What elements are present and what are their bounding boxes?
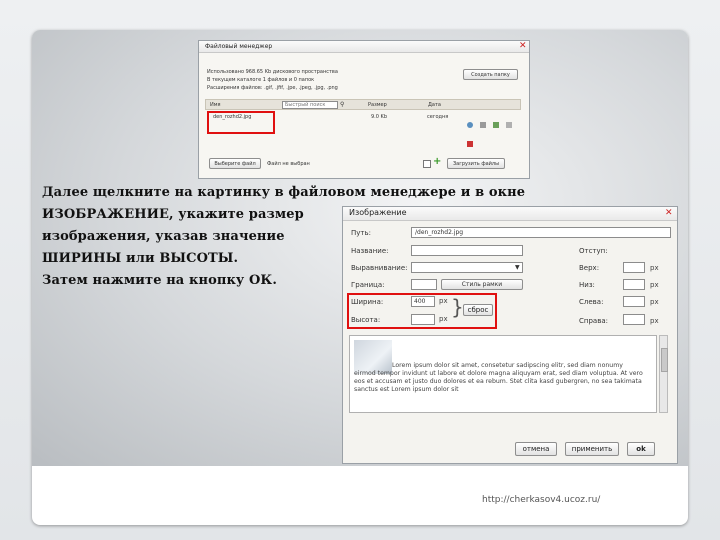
- instruction-line-5: Затем нажмите на кнопку ОК.: [42, 273, 277, 288]
- info-icon[interactable]: [480, 121, 487, 128]
- checkbox-icon[interactable]: [423, 160, 431, 168]
- right-input[interactable]: [623, 314, 645, 325]
- cancel-button[interactable]: отмена: [515, 442, 557, 456]
- rename-icon[interactable]: [493, 121, 500, 128]
- choose-file-button[interactable]: Выберите файл: [209, 158, 261, 169]
- column-name-header[interactable]: Имя: [210, 102, 221, 108]
- copy-icon[interactable]: [506, 121, 513, 128]
- extensions-text: Расширения файлов: .gif, .jfif, .jpe, .j…: [207, 85, 338, 91]
- image-dialog-titlebar: Изображение ✕: [343, 207, 677, 221]
- path-value: /den_rozhd2.jpg: [415, 229, 464, 236]
- path-label: Путь:: [351, 229, 371, 237]
- indent-label: Отступ:: [579, 247, 608, 255]
- instruction-line-1: Далее щелкните на картинку в файловом ме…: [42, 185, 526, 200]
- left-input[interactable]: [623, 296, 645, 307]
- apply-button[interactable]: применить: [565, 442, 619, 456]
- slide: Файловый менеджер ✕ Использовано 968.65 …: [32, 30, 688, 525]
- preview-text: Lorem ipsum dolor sit amet, consetetur s…: [354, 362, 643, 393]
- column-date-header[interactable]: Дата: [428, 102, 441, 108]
- left-label: Слева:: [579, 298, 604, 306]
- align-label: Выравнивание:: [351, 264, 408, 272]
- scroll-thumb[interactable]: [661, 348, 668, 372]
- view-icon[interactable]: [467, 121, 473, 128]
- file-manager-titlebar: Файловый менеджер ✕: [199, 41, 529, 53]
- bottom-label: Низ:: [579, 281, 595, 289]
- file-highlight-frame: [207, 111, 275, 134]
- instruction-line-3: изображения, указав значение: [42, 229, 285, 244]
- name-label: Название:: [351, 247, 389, 255]
- preview-scrollbar[interactable]: [659, 335, 668, 413]
- close-icon[interactable]: ✕: [519, 41, 527, 51]
- bottom-input[interactable]: [623, 279, 645, 290]
- border-label: Граница:: [351, 281, 385, 289]
- top-label: Верх:: [579, 264, 600, 272]
- size-highlight-frame: [347, 293, 497, 329]
- file-table-header: Имя Быстрый поиск ⚲ Размер Дата: [205, 99, 521, 110]
- border-input[interactable]: [411, 279, 437, 290]
- chevron-down-icon: ▼: [515, 264, 520, 271]
- preview-panel: Lorem ipsum dolor sit amet, consetetur s…: [349, 335, 657, 413]
- instruction-line-4: ШИРИНЫ или ВЫСОТЫ.: [42, 251, 239, 266]
- footer-url: http://cherkasov4.ucoz.ru/: [482, 495, 601, 505]
- image-dialog: Изображение ✕ Путь: /den_rozhd2.jpg Назв…: [342, 206, 678, 464]
- quick-search-input[interactable]: Быстрый поиск: [282, 101, 338, 109]
- path-input[interactable]: /den_rozhd2.jpg: [411, 227, 671, 238]
- search-icon[interactable]: ⚲: [340, 101, 344, 108]
- close-icon[interactable]: ✕: [665, 208, 673, 218]
- file-manager-window: Файловый менеджер ✕ Использовано 968.65 …: [198, 40, 530, 179]
- column-size-header[interactable]: Размер: [368, 102, 387, 108]
- disk-usage-text: Использовано 968.65 Kb дискового простра…: [207, 69, 338, 75]
- right-unit: px: [650, 317, 659, 325]
- right-label: Справа:: [579, 317, 608, 325]
- upload-files-button[interactable]: Загрузить файлы: [447, 158, 505, 169]
- file-manager-title: Файловый менеджер: [205, 43, 273, 50]
- top-input[interactable]: [623, 262, 645, 273]
- image-dialog-title: Изображение: [349, 208, 407, 217]
- file-date-cell: сегодня: [427, 114, 449, 120]
- bottom-unit: px: [650, 281, 659, 289]
- name-input[interactable]: [411, 245, 523, 256]
- search-placeholder: Быстрый поиск: [285, 102, 326, 108]
- folder-info-text: В текущем каталоге 1 файлов и 0 папок: [207, 77, 315, 83]
- create-folder-button[interactable]: Создать папку: [463, 69, 518, 80]
- add-icon[interactable]: +: [433, 156, 441, 167]
- ok-button[interactable]: ok: [627, 442, 655, 456]
- file-actions: [467, 114, 521, 152]
- align-select[interactable]: ▼: [411, 262, 523, 273]
- left-unit: px: [650, 298, 659, 306]
- border-style-button[interactable]: Стиль рамки: [441, 279, 523, 290]
- no-file-text: Файл не выбран: [267, 161, 310, 167]
- file-size-cell: 9.0 Kb: [371, 114, 387, 120]
- instruction-line-2: ИЗОБРАЖЕНИЕ, укажите размер: [42, 207, 304, 222]
- top-unit: px: [650, 264, 659, 272]
- delete-icon[interactable]: [467, 140, 473, 147]
